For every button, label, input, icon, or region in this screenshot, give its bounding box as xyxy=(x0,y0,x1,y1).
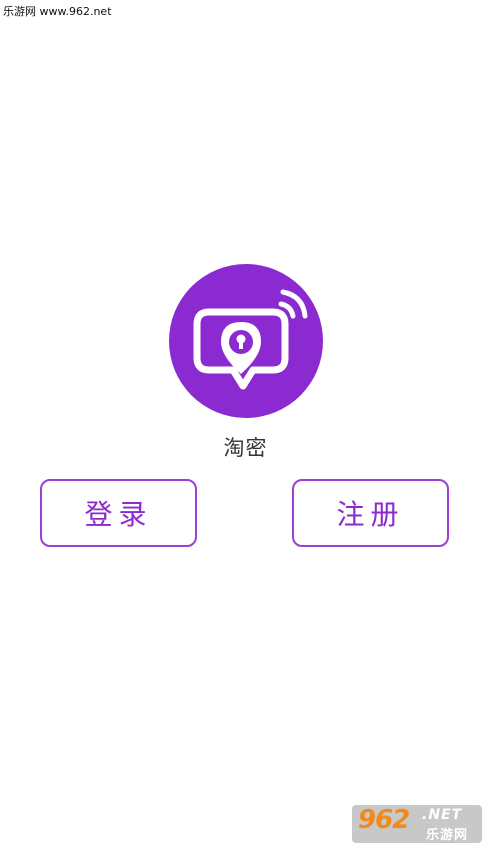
watermark-number: 962 xyxy=(358,805,410,835)
watermark-net: .NET xyxy=(422,807,463,823)
watermark-cn: 乐游网 xyxy=(426,828,469,843)
register-button[interactable]: 注册 xyxy=(292,479,449,547)
login-button[interactable]: 登录 xyxy=(40,479,197,547)
location-lock-chat-icon xyxy=(193,289,308,390)
watermark-top: 乐游网 www.962.net xyxy=(3,5,112,18)
watermark-badge: 962 .NET 乐游网 xyxy=(352,805,482,843)
app-logo xyxy=(169,264,323,418)
app-name: 淘密 xyxy=(223,436,268,460)
splash-screen: 乐游网 www.962.net 淘密 登录 注册 962 .NET 乐游网 xyxy=(0,0,491,849)
